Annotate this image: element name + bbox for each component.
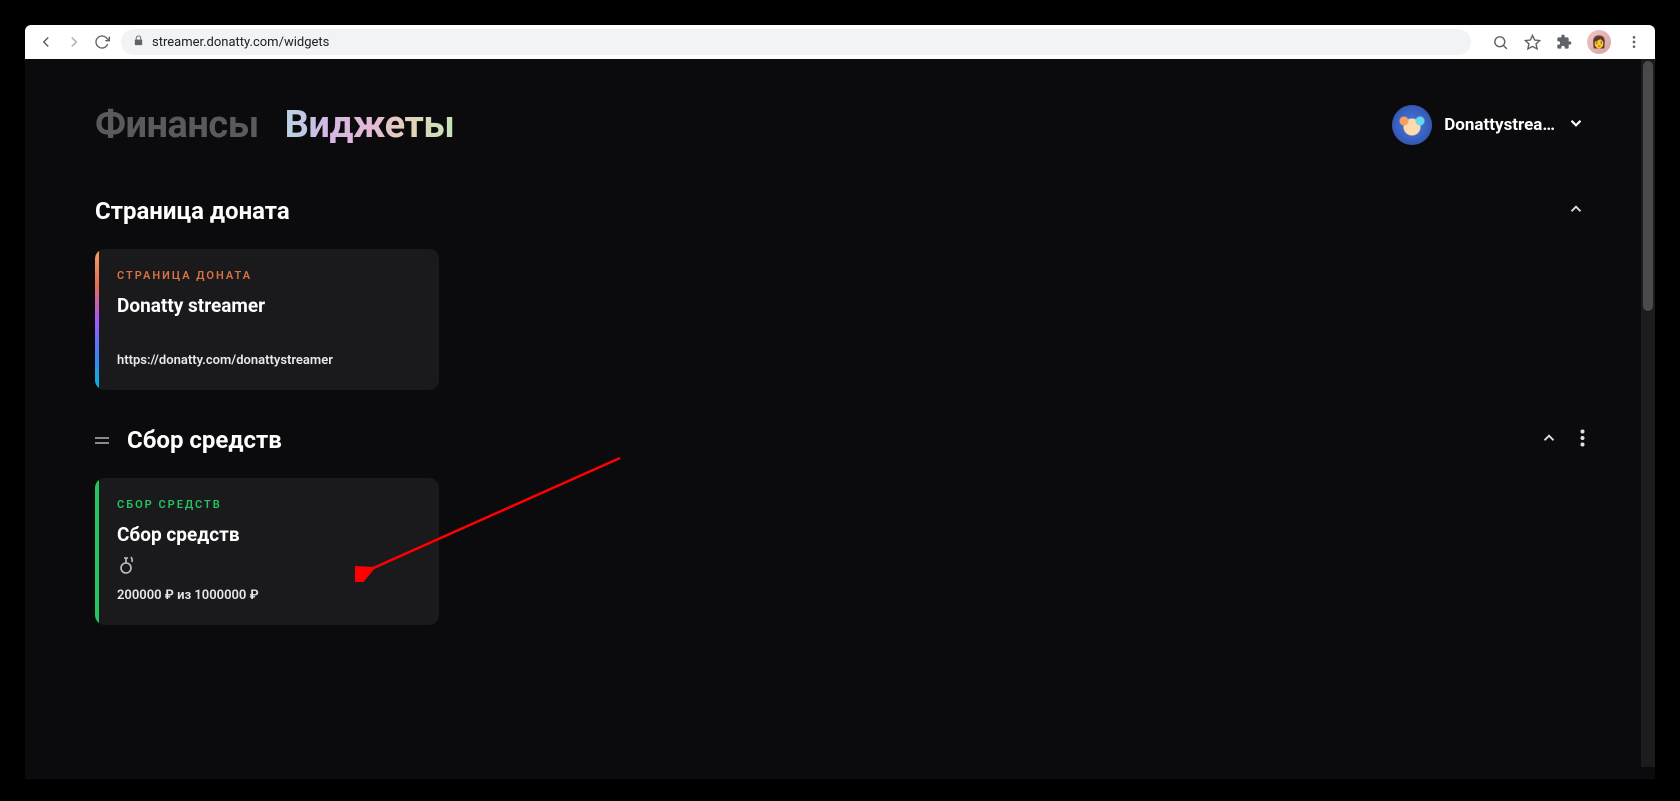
browser-toolbar: streamer.donatty.com/widgets 👩: [25, 25, 1655, 59]
card-url: https://donatty.com/donattystreamer: [117, 353, 417, 368]
chevron-down-icon: [1567, 114, 1585, 136]
section-fundraising: Сбор средств СБОР СРЕДСТВ Сбор средс: [95, 426, 1585, 625]
menu-icon[interactable]: [1625, 33, 1643, 51]
user-name: Donattystrea…: [1444, 115, 1555, 135]
user-avatar-icon: [1392, 105, 1432, 145]
card-accent-strip: [95, 478, 99, 625]
card-label: СТРАНИЦА ДОНАТА: [117, 269, 417, 282]
lock-icon: [133, 35, 144, 49]
forward-button[interactable]: [65, 33, 83, 51]
reload-button[interactable]: [93, 33, 111, 51]
user-menu[interactable]: Donattystrea…: [1392, 105, 1585, 145]
extensions-icon[interactable]: [1555, 33, 1573, 51]
app-viewport: Финансы Виджеты Donattystrea… Страница д…: [25, 59, 1655, 779]
tab-finance[interactable]: Финансы: [95, 103, 259, 147]
collapse-toggle-icon[interactable]: [1567, 200, 1585, 222]
top-nav: Финансы Виджеты Donattystrea…: [95, 103, 1585, 147]
profile-avatar-icon[interactable]: 👩: [1587, 30, 1611, 54]
card-title: Donatty streamer: [117, 294, 417, 317]
card-title: Сбор средств: [117, 523, 417, 546]
address-bar[interactable]: streamer.donatty.com/widgets: [121, 29, 1471, 55]
card-fundraising[interactable]: СБОР СРЕДСТВ Сбор средств 200000 ₽ из 10…: [95, 478, 439, 625]
zoom-icon[interactable]: [1491, 33, 1509, 51]
bookmark-icon[interactable]: [1523, 33, 1541, 51]
section-title-donation: Страница доната: [95, 197, 290, 225]
drag-handle-icon[interactable]: [95, 437, 109, 444]
url-text: streamer.donatty.com/widgets: [152, 35, 329, 50]
card-accent-strip: [95, 249, 99, 390]
goal-icon: [117, 554, 417, 578]
section-donation-page: Страница доната СТРАНИЦА ДОНАТА Donatty …: [95, 197, 1585, 390]
section-title-fundraising: Сбор средств: [127, 426, 282, 454]
card-donation-page[interactable]: СТРАНИЦА ДОНАТА Donatty streamer https:/…: [95, 249, 439, 390]
back-button[interactable]: [37, 33, 55, 51]
tab-widgets[interactable]: Виджеты: [285, 103, 455, 147]
goal-progress-text: 200000 ₽ из 1000000 ₽: [117, 588, 417, 603]
section-menu-icon[interactable]: [1580, 429, 1585, 452]
collapse-toggle-icon[interactable]: [1540, 429, 1558, 451]
card-label: СБОР СРЕДСТВ: [117, 498, 417, 511]
